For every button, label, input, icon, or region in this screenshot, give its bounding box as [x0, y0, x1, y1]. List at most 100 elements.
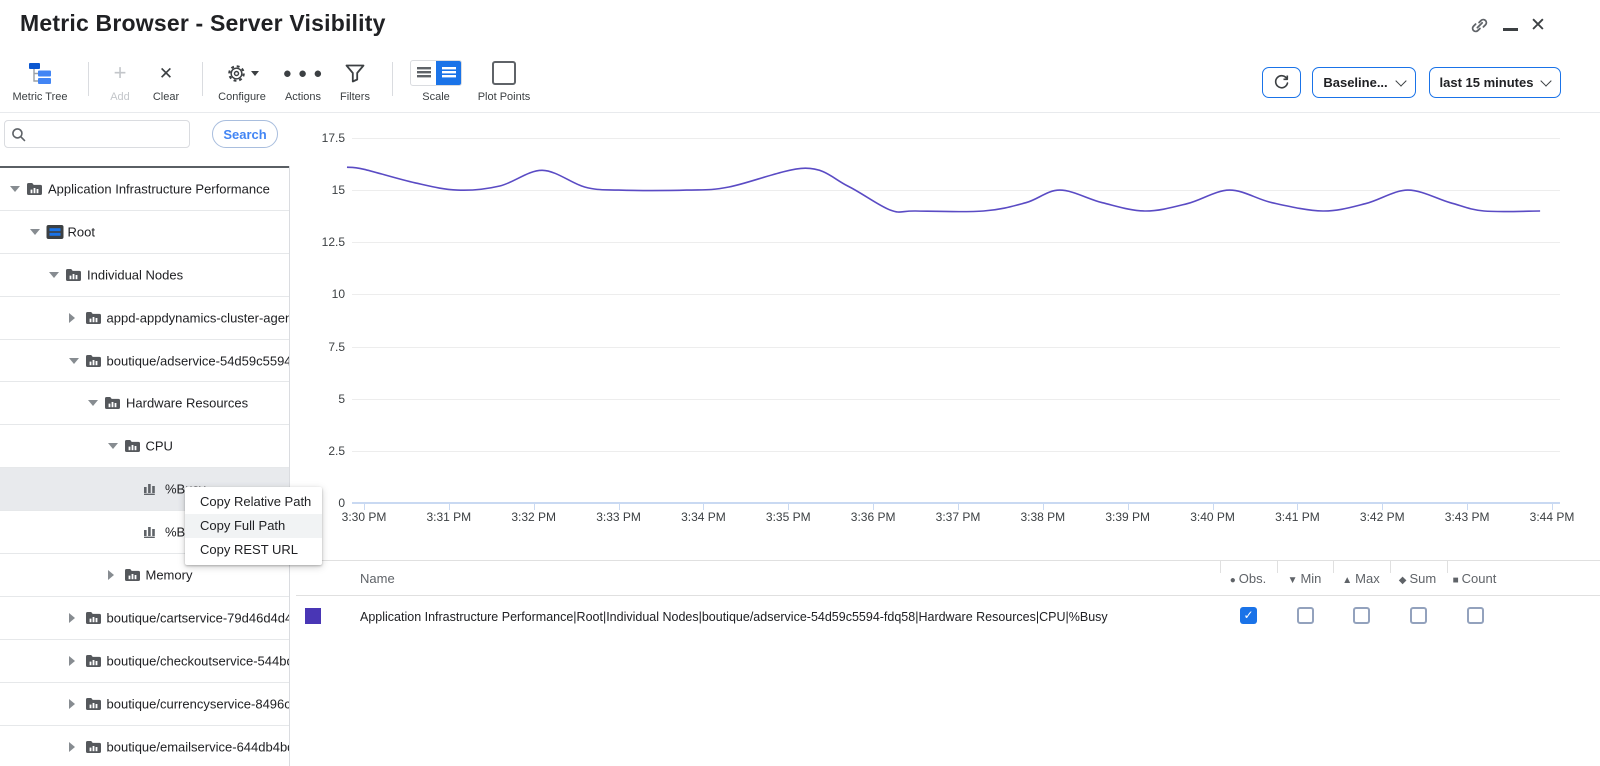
- tree-item-cpu[interactable]: CPU: [0, 425, 289, 468]
- x-axis-tick-label: 3:38 PM: [1011, 510, 1075, 524]
- x-axis-tick-label: 3:35 PM: [756, 510, 820, 524]
- link-icon[interactable]: [1470, 16, 1489, 40]
- x-axis-tick-label: 3:33 PM: [587, 510, 651, 524]
- gridline: [352, 190, 1560, 191]
- x-axis-tick-label: 3:39 PM: [1096, 510, 1160, 524]
- chevron-collapsed-icon[interactable]: [108, 570, 114, 580]
- context-menu: Copy Relative PathCopy Full PathCopy RES…: [185, 487, 322, 565]
- chevron-expanded-icon[interactable]: [88, 400, 98, 406]
- scale-toggle-icon[interactable]: [410, 60, 462, 86]
- x-axis-tick-label: 3:30 PM: [332, 510, 396, 524]
- y-axis-tick-label: 12.5: [299, 235, 345, 249]
- chevron-down-icon: [1395, 75, 1406, 86]
- tree-item-label: CPU: [146, 439, 173, 454]
- scale-toggle[interactable]: Scale: [406, 58, 466, 108]
- context-menu-item-copy-rest-url[interactable]: Copy REST URL: [185, 538, 322, 562]
- tree-item-label: appd-appdynamics-cluster-agent-app: [107, 310, 290, 325]
- checkbox-max[interactable]: [1353, 607, 1370, 624]
- search-input[interactable]: [26, 126, 180, 143]
- tree-item-boutique-currencyservice-8496cb5c7[interactable]: boutique/currencyservice-8496cb5c7: [0, 683, 289, 726]
- baseline-dropdown[interactable]: Baseline...: [1312, 67, 1416, 98]
- tree-item-label: Hardware Resources: [126, 396, 248, 411]
- context-menu-item-copy-full-path[interactable]: Copy Full Path: [185, 514, 322, 538]
- checkbox-obs[interactable]: ✓: [1240, 607, 1257, 624]
- funnel-icon: [332, 58, 378, 88]
- folder-metrics-icon: [124, 439, 141, 453]
- y-axis-tick-label: 15: [299, 183, 345, 197]
- x-axis-tick-label: 3:40 PM: [1181, 510, 1245, 524]
- chevron-down-icon: [1541, 75, 1552, 86]
- chevron-expanded-icon[interactable]: [30, 229, 40, 235]
- tree-item-appd-appdynamics-cluster-agent-app[interactable]: appd-appdynamics-cluster-agent-app: [0, 297, 289, 340]
- caret-down-icon: [251, 71, 259, 76]
- checkbox-icon[interactable]: [492, 61, 516, 85]
- circle-icon: ●: [1230, 575, 1236, 586]
- filters-button[interactable]: Filters: [332, 58, 378, 108]
- toolbar-divider: [88, 62, 89, 96]
- search-icon: [11, 127, 26, 142]
- tree-item-label: Root: [68, 224, 95, 239]
- checkbox-sum[interactable]: [1410, 607, 1427, 624]
- tree-item-hardware-resources[interactable]: Hardware Resources: [0, 383, 289, 426]
- actions-button[interactable]: ● ● ● Actions: [276, 58, 330, 108]
- metric-tree-button[interactable]: Metric Tree: [8, 58, 72, 108]
- tree-item-boutique-checkoutservice-544bdf649[interactable]: boutique/checkoutservice-544bdf649: [0, 640, 289, 683]
- chevron-collapsed-icon[interactable]: [69, 313, 75, 323]
- tree-item-boutique-cartservice-79d46d4d46-9b[interactable]: boutique/cartservice-79d46d4d46-9b: [0, 597, 289, 640]
- toolbar-divider: [202, 62, 203, 96]
- scale-label: Scale: [406, 91, 466, 103]
- tree-item-label: boutique/checkoutservice-544bdf649: [107, 653, 290, 668]
- triangle-up-icon: ▲: [1342, 575, 1352, 586]
- plot-points-toggle[interactable]: Plot Points: [473, 58, 535, 108]
- configure-button[interactable]: Configure: [212, 58, 272, 108]
- scale-expanded-button[interactable]: [436, 61, 461, 85]
- chevron-expanded-icon[interactable]: [10, 186, 20, 192]
- folder-metrics-icon: [85, 697, 102, 711]
- scale-compact-button[interactable]: [411, 61, 436, 85]
- tree-item-boutique-adservice-54d59c5594-fdq58[interactable]: boutique/adservice-54d59c5594-fdq58: [0, 340, 289, 383]
- ellipsis-icon: ● ● ●: [276, 58, 330, 88]
- x-axis-tick-label: 3:44 PM: [1520, 510, 1584, 524]
- checkbox-count[interactable]: [1467, 607, 1484, 624]
- chevron-collapsed-icon[interactable]: [69, 742, 75, 752]
- gridline: [352, 399, 1560, 400]
- chevron-collapsed-icon[interactable]: [69, 613, 75, 623]
- clear-label: Clear: [144, 91, 188, 103]
- x-axis-tick-label: 3:31 PM: [417, 510, 481, 524]
- time-range-label: last 15 minutes: [1440, 75, 1534, 90]
- chevron-expanded-icon[interactable]: [108, 443, 118, 449]
- folder-metrics-icon: [124, 568, 141, 582]
- x-axis-tick-label: 3:43 PM: [1435, 510, 1499, 524]
- folder-metrics-icon: [85, 354, 102, 368]
- tree-item-individual-nodes[interactable]: Individual Nodes: [0, 254, 289, 297]
- refresh-button[interactable]: [1262, 67, 1301, 98]
- plus-icon: +: [96, 58, 144, 88]
- chevron-collapsed-icon[interactable]: [69, 699, 75, 709]
- tree-item-boutique-emailservice-644db4bdf8-lc[interactable]: boutique/emailservice-644db4bdf8-lc: [0, 726, 289, 766]
- folder-metrics-icon: [26, 182, 43, 196]
- minimize-button[interactable]: [1503, 28, 1518, 31]
- square-icon: ■: [1453, 575, 1459, 586]
- search-box[interactable]: [4, 120, 190, 148]
- chevron-collapsed-icon[interactable]: [69, 656, 75, 666]
- clear-button[interactable]: ✕ Clear: [144, 58, 188, 108]
- time-range-dropdown[interactable]: last 15 minutes: [1429, 67, 1561, 98]
- tree-item-label: boutique/emailservice-644db4bdf8-lc: [107, 739, 290, 754]
- close-button[interactable]: ✕: [1530, 16, 1546, 35]
- y-axis-tick-label: 7.5: [299, 340, 345, 354]
- baseline-label: Baseline...: [1323, 75, 1387, 90]
- x-axis-tick-label: 3:32 PM: [502, 510, 566, 524]
- chevron-expanded-icon[interactable]: [69, 358, 79, 364]
- tree-item-label: Application Infrastructure Performance: [48, 181, 270, 196]
- gridline: [352, 451, 1560, 452]
- context-menu-item-copy-relative-path[interactable]: Copy Relative Path: [185, 490, 322, 514]
- tree-item-application-infrastructure-performance[interactable]: Application Infrastructure Performance: [0, 168, 289, 211]
- gridline: [352, 138, 1560, 139]
- search-button[interactable]: Search: [212, 120, 278, 148]
- tree-item-root[interactable]: Root: [0, 211, 289, 254]
- gear-icon: [212, 58, 272, 88]
- checkbox-min[interactable]: [1297, 607, 1314, 624]
- y-axis-tick-label: 2.5: [299, 444, 345, 458]
- y-axis-tick-label: 5: [299, 392, 345, 406]
- chevron-expanded-icon[interactable]: [49, 272, 59, 278]
